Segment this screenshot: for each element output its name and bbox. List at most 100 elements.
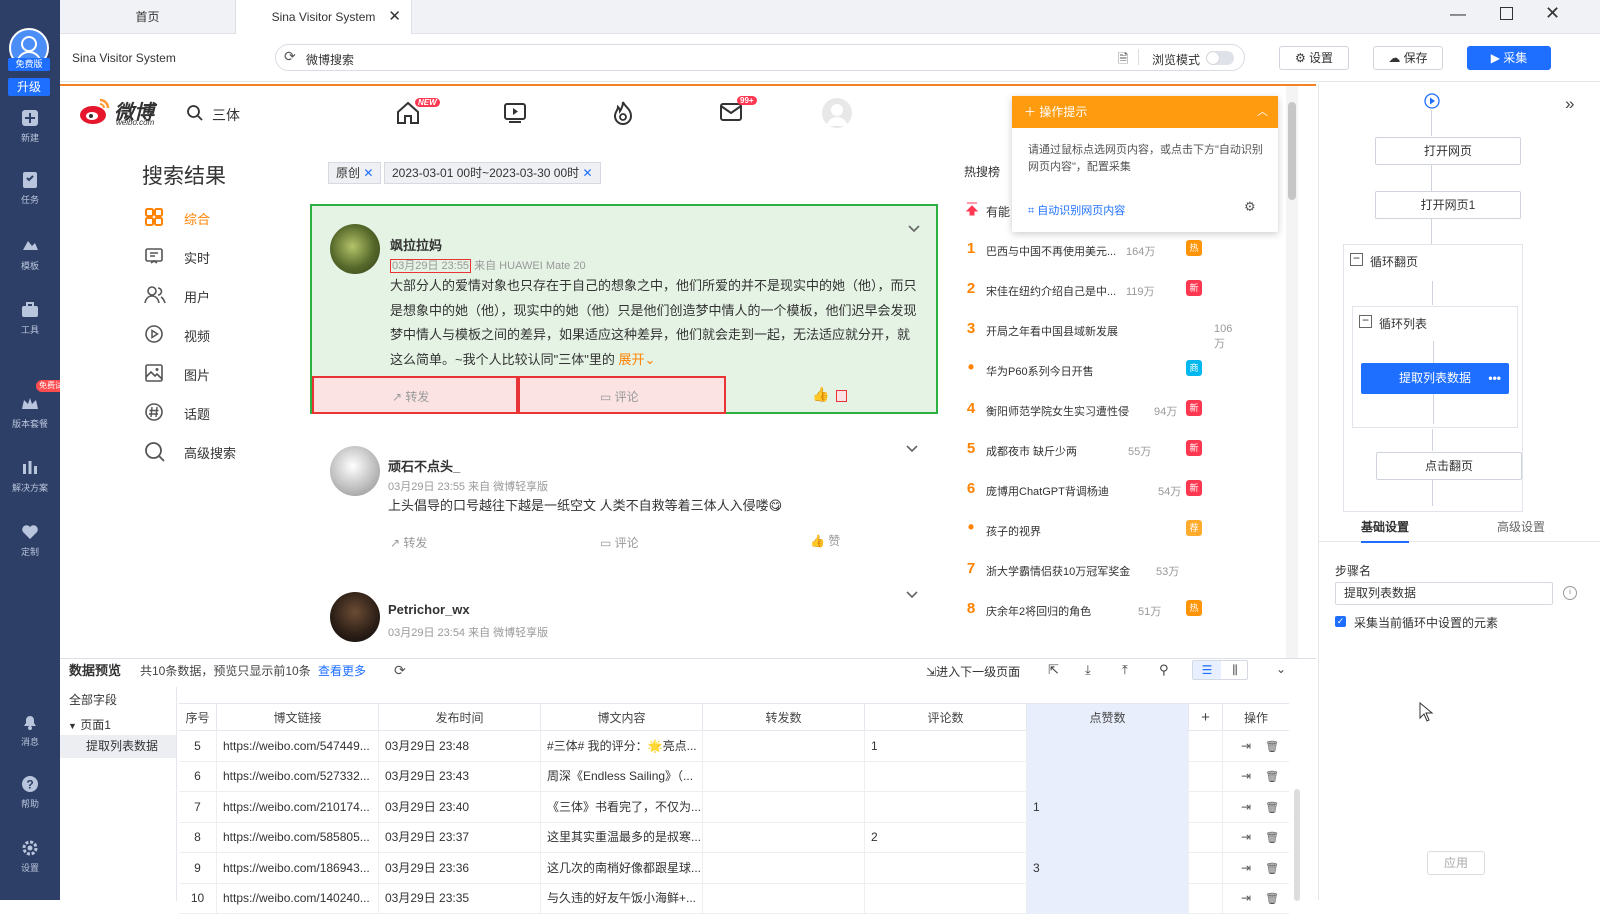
col-header[interactable]: 博文内容: [541, 704, 703, 732]
table-row[interactable]: 8 https://weibo.com/585805... 03月29日 23:37…: [179, 822, 1289, 854]
table-row[interactable]: 10 https://weibo.com/140240... 03月29日 23:3…: [179, 883, 1289, 914]
collapse-toggle[interactable]: −: [1350, 252, 1363, 266]
weibo-logo[interactable]: 微博 weibo.com: [78, 96, 173, 130]
table-cell[interactable]: https://weibo.com/186943...: [217, 852, 379, 884]
table-cell[interactable]: 这里其实重温最多的是叔寒...: [541, 822, 703, 854]
table-row[interactable]: 9 https://weibo.com/186943... 03月29日 23:36…: [179, 852, 1289, 884]
table-cell[interactable]: 5: [179, 731, 217, 762]
repost-button[interactable]: ↗ 转发: [312, 376, 518, 414]
weibo-search[interactable]: 三体: [186, 104, 240, 125]
col-header[interactable]: 博文链接: [217, 704, 379, 732]
col-header[interactable]: 评论数: [865, 704, 1027, 732]
flow-start-icon[interactable]: [1424, 93, 1440, 109]
table-cell[interactable]: 6: [179, 761, 217, 793]
table-cell[interactable]: [703, 731, 865, 762]
table-cell[interactable]: 3: [1027, 852, 1189, 884]
table-cell[interactable]: 8: [179, 822, 217, 854]
collapse-right-icon[interactable]: »: [1565, 94, 1574, 114]
tab-home[interactable]: 首页: [60, 0, 236, 34]
upload-icon[interactable]: ⤒: [1122, 662, 1128, 678]
filter-chip[interactable]: 原创 ✕: [328, 162, 382, 184]
view-toggle[interactable]: ☰ ⫼: [1192, 660, 1248, 680]
edit-row-icon[interactable]: ⇥: [1241, 861, 1251, 875]
edit-row-icon[interactable]: ⇥: [1241, 739, 1251, 753]
tree-extract-list[interactable]: 提取列表数据: [60, 735, 176, 758]
gear-icon[interactable]: ⚙: [1244, 199, 1256, 215]
address-bar[interactable]: ⟳ 微博搜索 🗎 浏览模式: [275, 44, 1245, 71]
next-level-button[interactable]: ⇲进入下一级页面: [926, 663, 1020, 680]
hot-item[interactable]: • 孩子的视界 荐: [964, 517, 1204, 540]
collect-loop-checkbox[interactable]: ✓: [1335, 616, 1346, 627]
table-scrollbar[interactable]: [1294, 789, 1300, 901]
table-cell[interactable]: #三体# 我的评分：🌟亮点...: [541, 731, 703, 762]
page-icon[interactable]: 🗎: [1118, 50, 1128, 72]
sidebar-item-plans[interactable]: 版本套餐: [0, 394, 60, 430]
vertical-scrollbar[interactable]: [1286, 86, 1298, 658]
chevron-down-icon[interactable]: [907, 224, 921, 234]
table-cell[interactable]: [865, 761, 1027, 793]
post-avatar[interactable]: [330, 592, 380, 642]
table-cell[interactable]: [703, 852, 865, 884]
maximize-icon[interactable]: [1500, 7, 1513, 20]
filter-icon[interactable]: ⚲: [1159, 662, 1169, 678]
sidebar-item-custom[interactable]: 定制: [0, 522, 60, 558]
table-cell[interactable]: https://weibo.com/210174...: [217, 791, 379, 823]
collect-button[interactable]: ▶ 采集: [1467, 46, 1551, 70]
table-cell[interactable]: 03月29日 23:43: [379, 761, 541, 793]
post-card[interactable]: Petrichor_wx 03月29日 23:54 来自 微博轻享版: [310, 572, 938, 658]
chevron-down-icon[interactable]: [905, 444, 919, 454]
post-time[interactable]: 03月29日 23:54: [388, 627, 465, 639]
nav-hot[interactable]: [611, 100, 635, 129]
col-header[interactable]: 转发数: [703, 704, 865, 732]
post-card-selected[interactable]: 飒拉拉妈 03月29日 23:55 来自 HUAWEI Mate 20 大部分人…: [310, 204, 938, 414]
table-row[interactable]: 7 https://weibo.com/210174... 03月29日 23:40…: [179, 791, 1289, 823]
delete-row-icon[interactable]: 🗑: [1265, 832, 1279, 844]
column-view-icon[interactable]: ⫼: [1221, 661, 1249, 679]
sidebar-item-help[interactable]: ? 帮助: [0, 774, 60, 810]
hot-item[interactable]: 4 衡阳师范学院女生实习遭性侵 94万新: [964, 400, 1204, 420]
post-username[interactable]: Petrichor_wx: [388, 602, 470, 617]
expand-link[interactable]: 展开⌄: [615, 352, 655, 367]
sidebar-item-messages[interactable]: 消息: [0, 712, 60, 748]
info-icon[interactable]: i: [1563, 586, 1577, 600]
flow-step-extract-list[interactable]: 提取列表数据 •••: [1361, 363, 1509, 394]
table-cell[interactable]: 9: [179, 852, 217, 884]
delete-row-icon[interactable]: 🗑: [1265, 771, 1279, 783]
table-cell[interactable]: https://weibo.com/140240...: [217, 883, 379, 914]
table-row[interactable]: 5 https://weibo.com/547449... 03月29日 23:48…: [179, 731, 1289, 762]
post-avatar[interactable]: [330, 224, 380, 274]
hot-item[interactable]: 5 成都夜市 缺斤少两 55万 新: [964, 440, 1204, 460]
apply-button[interactable]: 应用: [1427, 851, 1485, 875]
nav-messages[interactable]: 99+: [719, 96, 757, 125]
sidebar-item-new[interactable]: 新建: [0, 108, 60, 144]
table-cell[interactable]: [703, 822, 865, 854]
table-cell[interactable]: [865, 883, 1027, 914]
chevron-down-icon[interactable]: [905, 590, 919, 600]
table-cell[interactable]: 与久违的好友午饭小海鲜+...: [541, 883, 703, 914]
table-cell[interactable]: 03月29日 23:36: [379, 852, 541, 884]
post-time[interactable]: 03月29日 23:55: [388, 481, 465, 493]
table-cell[interactable]: [1027, 822, 1189, 854]
upgrade-button[interactable]: 升级: [8, 78, 50, 96]
table-cell[interactable]: 这几次的南梢好像都跟星球...: [541, 852, 703, 884]
table-cell[interactable]: https://weibo.com/547449...: [217, 731, 379, 762]
table-cell[interactable]: 《三体》书看完了，不仅为...: [541, 791, 703, 823]
more-icon[interactable]: •••: [1488, 363, 1501, 394]
table-cell[interactable]: https://weibo.com/527332...: [217, 761, 379, 793]
flow-step-open-page[interactable]: 打开网页: [1375, 137, 1521, 165]
loop-page-container[interactable]: − 循环翻页 − 循环列表 提取列表数据 ••• 点击翻页: [1343, 244, 1523, 512]
table-cell[interactable]: 周深《Endless Sailing》（...: [541, 761, 703, 793]
step-name-input[interactable]: 提取列表数据: [1335, 582, 1553, 605]
collapse-panel-icon[interactable]: ⌄: [1276, 662, 1286, 676]
auto-detect-link[interactable]: ⌗ 自动识别网页内容: [1028, 202, 1125, 218]
post-username[interactable]: 飒拉拉妈: [390, 235, 442, 254]
like-count-highlight[interactable]: [836, 390, 847, 402]
post-time-highlight[interactable]: 03月29日 23:55: [390, 259, 472, 273]
nav-video[interactable]: [503, 101, 527, 128]
close-icon[interactable]: ✕: [388, 0, 401, 34]
table-cell[interactable]: [1027, 731, 1189, 762]
settings-button[interactable]: ⚙ 设置: [1279, 46, 1349, 70]
tab-sina-visitor[interactable]: Sina Visitor System ✕: [236, 0, 412, 34]
post-avatar[interactable]: [330, 446, 380, 496]
tab-basic-settings[interactable]: 基础设置: [1361, 518, 1410, 543]
